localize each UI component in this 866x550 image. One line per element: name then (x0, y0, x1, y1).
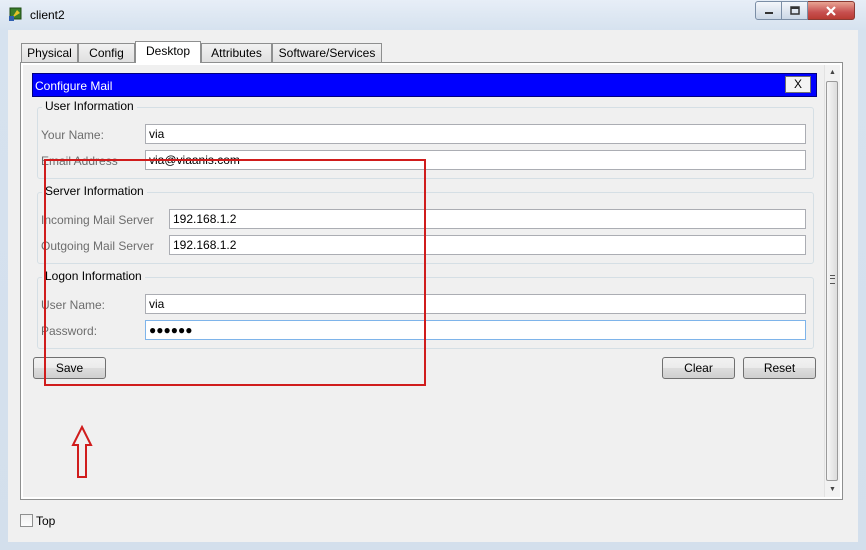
annotation-up-arrow (71, 425, 93, 478)
scroll-up-icon[interactable]: ▲ (825, 65, 840, 80)
title-bar[interactable]: client2 (0, 0, 866, 30)
window-title: client2 (30, 8, 65, 22)
close-icon (826, 5, 836, 16)
close-button[interactable] (808, 1, 855, 20)
tab-physical[interactable]: Physical (21, 43, 78, 62)
scroll-down-icon[interactable]: ▼ (825, 482, 840, 497)
reset-button[interactable]: Reset (743, 357, 816, 379)
your-name-field[interactable] (145, 124, 806, 144)
tab-attributes[interactable]: Attributes (201, 43, 272, 62)
annotation-highlight-box (44, 159, 426, 386)
maximize-icon (789, 6, 800, 15)
user-information-title: User Information (42, 99, 137, 113)
client-area: Physical Config Desktop Attributes Softw… (8, 30, 858, 542)
configure-mail-panel: Configure Mail X User Information Your N… (23, 65, 825, 497)
app-window: client2 Physical Config Desktop Attribut… (0, 0, 866, 550)
close-mail-button[interactable]: X (785, 76, 811, 93)
tab-panel-desktop: Configure Mail X User Information Your N… (20, 62, 843, 500)
clear-button[interactable]: Clear (662, 357, 735, 379)
maximize-button[interactable] (782, 1, 808, 20)
tab-desktop[interactable]: Desktop (135, 41, 201, 63)
minimize-button[interactable] (755, 1, 782, 20)
tab-config[interactable]: Config (78, 43, 135, 62)
configure-mail-title: Configure Mail (35, 79, 113, 93)
top-checkbox-label: Top (36, 514, 56, 528)
vertical-scrollbar[interactable]: ▲ ▼ (824, 65, 840, 497)
app-icon (9, 7, 22, 21)
tab-software-services[interactable]: Software/Services (272, 43, 382, 62)
configure-mail-header: Configure Mail X (32, 73, 817, 97)
grip-icon (830, 275, 835, 284)
minimize-icon (764, 11, 773, 14)
top-checkbox[interactable] (20, 514, 33, 527)
your-name-label: Your Name: (41, 128, 104, 142)
scroll-thumb[interactable] (826, 81, 838, 481)
